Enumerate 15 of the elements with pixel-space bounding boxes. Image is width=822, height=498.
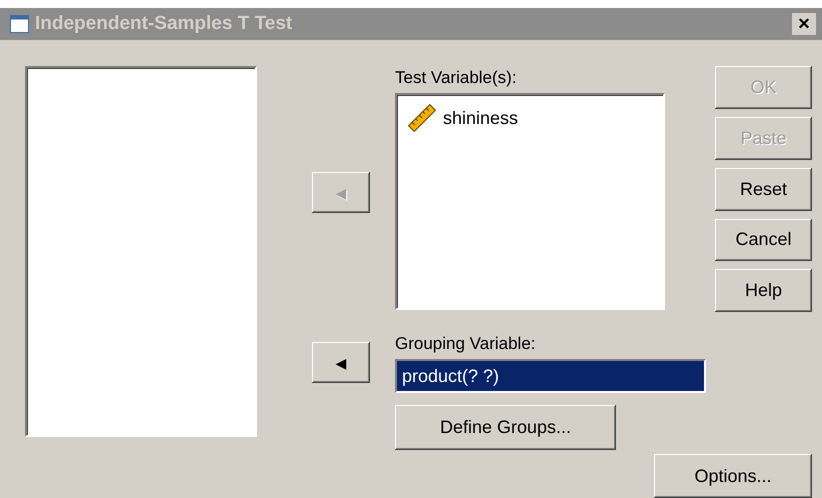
options-button[interactable]: Options... xyxy=(654,454,812,498)
test-variables-list[interactable]: shininess xyxy=(395,93,665,310)
dialog-button[interactable]: Reset xyxy=(715,168,812,211)
variable-name[interactable]: shininess xyxy=(443,108,518,128)
define-groups-button[interactable]: Define Groups... xyxy=(395,405,616,450)
variable-list[interactable] xyxy=(25,66,257,437)
grouping-variable-field[interactable]: product(? ?) xyxy=(395,359,706,393)
window-icon xyxy=(10,15,29,33)
dialog-button[interactable]: Cancel xyxy=(715,218,812,262)
close-button[interactable]: × xyxy=(792,13,816,35)
dialog-button[interactable]: Help xyxy=(715,269,812,312)
move-button[interactable]: ◀ xyxy=(312,342,370,383)
window-title: Independent-Samples T Test xyxy=(35,13,294,35)
test-variables-label: Test Variable(s): xyxy=(395,68,518,89)
grouping-variable-label: Grouping Variable: xyxy=(395,334,536,355)
